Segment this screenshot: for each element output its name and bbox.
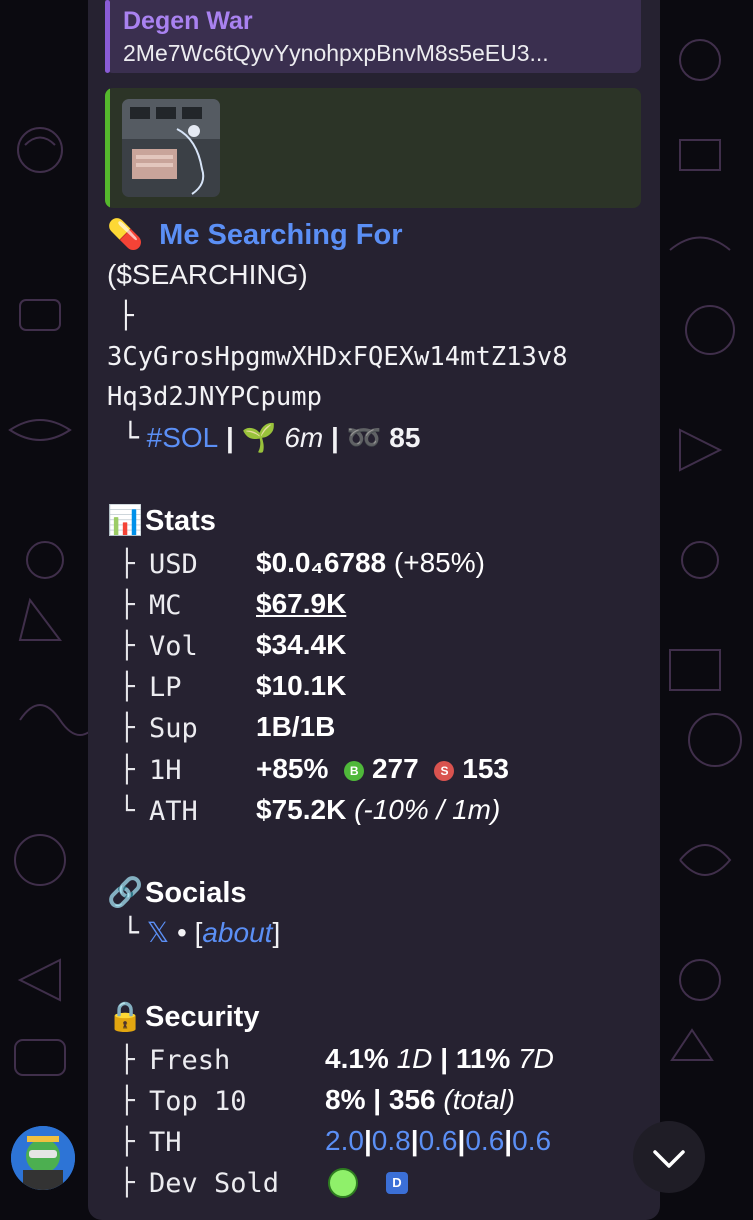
stats-title: Stats bbox=[145, 505, 216, 537]
separator: | bbox=[331, 422, 339, 453]
x-link[interactable]: 𝕏 bbox=[147, 917, 170, 948]
security-title: Security bbox=[145, 1001, 260, 1033]
reply-accent-bar bbox=[105, 0, 110, 73]
tree-branch: ├ bbox=[119, 1168, 135, 1198]
tree-branch: ├ bbox=[119, 549, 135, 579]
token-age: 6m bbox=[284, 422, 324, 453]
stat-value: +85% bbox=[256, 753, 329, 784]
tree-branch: ├ bbox=[119, 713, 135, 743]
stat-key: MC bbox=[149, 590, 182, 621]
stat-key: USD bbox=[149, 549, 198, 580]
security-value: 4.1% bbox=[325, 1043, 389, 1074]
top-holder-link[interactable]: 0.8 bbox=[372, 1125, 411, 1156]
stat-value: $10.1K bbox=[256, 670, 347, 701]
separator: | bbox=[373, 1084, 382, 1115]
period: 1D bbox=[396, 1043, 433, 1074]
stat-value: 1B/1B bbox=[256, 711, 336, 742]
security-heading: 🔒Security bbox=[107, 1000, 259, 1034]
period: 7D bbox=[518, 1043, 554, 1074]
reply-preview[interactable]: Degen War 2Me7Wc6tQyvYynohpxpBnvM8s5eEU3… bbox=[105, 0, 641, 73]
link-preview[interactable] bbox=[105, 88, 641, 208]
stat-value: $75.2K bbox=[256, 794, 347, 825]
tree-branch: ├ bbox=[119, 590, 135, 620]
security-key: TH bbox=[149, 1127, 182, 1158]
security-value: 356 bbox=[388, 1084, 436, 1115]
ath-change: (-10% / 1m) bbox=[354, 794, 501, 825]
top-holder-link[interactable]: 0.6 bbox=[465, 1125, 504, 1156]
tree-branch: ├ bbox=[119, 755, 135, 785]
stat-key: LP bbox=[149, 672, 182, 703]
tree-branch: ├ bbox=[119, 1127, 135, 1157]
token-ticker: ($SEARCHING) bbox=[107, 259, 308, 290]
reply-text: 2Me7Wc6tQyvYynohpxpBnvM8s5eEU3... bbox=[123, 40, 549, 66]
bar-chart-icon: 📊 bbox=[107, 505, 144, 537]
stat-key: 1H bbox=[149, 755, 182, 786]
holders-count: 85 bbox=[389, 422, 421, 453]
scroll-down-button[interactable] bbox=[633, 1121, 705, 1193]
preview-accent-bar bbox=[105, 88, 110, 208]
link-icon: 🔗 bbox=[107, 877, 144, 909]
security-key: Top 10 bbox=[149, 1086, 247, 1117]
separator: | bbox=[440, 1043, 449, 1074]
security-key: Dev Sold bbox=[149, 1168, 280, 1199]
security-key: Fresh bbox=[149, 1045, 231, 1076]
stats-heading: 📊Stats bbox=[107, 504, 216, 538]
socials-title: Socials bbox=[145, 877, 247, 909]
security-value: 8% bbox=[325, 1084, 366, 1115]
total-label: (total) bbox=[443, 1084, 515, 1115]
tree-branch: ├ bbox=[119, 631, 135, 661]
socials-line: └ 𝕏 • [about] bbox=[122, 916, 280, 949]
chain-hashtag[interactable]: #SOL bbox=[147, 422, 219, 453]
stat-change: (+85%) bbox=[393, 547, 485, 578]
token-meta-line: └ #SOL | 🌱 6m | ➿ 85 bbox=[122, 421, 420, 454]
token-title: 💊 Me Searching For bbox=[107, 218, 403, 252]
buy-count: 277 bbox=[371, 753, 419, 784]
sell-count: 153 bbox=[462, 753, 509, 784]
contract-address-line1[interactable]: 3CyGrosHpgmwXHDxFQEXw14mtZ13v8 bbox=[107, 342, 568, 372]
tree-branch: └ bbox=[119, 796, 135, 826]
stat-key: Sup bbox=[149, 713, 198, 744]
tree-branch: ├ bbox=[119, 1086, 135, 1116]
lock-icon: 🔒 bbox=[107, 1001, 144, 1033]
sell-badge-icon: S bbox=[434, 761, 455, 781]
chevron-down-icon bbox=[653, 1150, 685, 1168]
separator-dot: • bbox=[176, 917, 187, 948]
tree-branch: ├ bbox=[119, 672, 135, 702]
green-circle-icon bbox=[328, 1168, 358, 1198]
reply-author: Degen War bbox=[123, 7, 253, 35]
tree-branch: └ bbox=[122, 421, 139, 454]
top-holder-link[interactable]: 0.6 bbox=[512, 1125, 551, 1156]
buy-badge-icon: B bbox=[344, 761, 365, 781]
seedling-icon: 🌱 bbox=[241, 422, 277, 453]
tree-branch: └ bbox=[122, 916, 139, 949]
token-name-link[interactable]: Me Searching For bbox=[159, 219, 402, 251]
market-cap-link[interactable]: $67.9K bbox=[256, 588, 346, 620]
stat-value: $0.0₄6788 bbox=[256, 547, 387, 578]
pill-icon: 💊 bbox=[107, 219, 144, 251]
separator: | bbox=[410, 1125, 419, 1156]
user-avatar[interactable] bbox=[11, 1126, 75, 1190]
stat-key: Vol bbox=[149, 631, 198, 662]
bracket: ] bbox=[272, 917, 281, 948]
stat-value: $34.4K bbox=[256, 629, 347, 660]
about-link[interactable]: about bbox=[202, 917, 272, 948]
preview-thumbnail[interactable] bbox=[122, 99, 220, 197]
tree-branch: ├ bbox=[118, 301, 134, 331]
contract-address-line2[interactable]: Hq3d2JNYPCpump bbox=[107, 382, 322, 412]
loop-icon: ➿ bbox=[346, 422, 382, 453]
top-holder-link[interactable]: 2.0 bbox=[325, 1125, 364, 1156]
separator: | bbox=[363, 1125, 372, 1156]
top-holder-link[interactable]: 0.6 bbox=[419, 1125, 458, 1156]
security-value: 11% bbox=[455, 1043, 511, 1074]
stat-key: ATH bbox=[149, 796, 198, 827]
separator: | bbox=[226, 422, 234, 453]
tree-branch: ├ bbox=[119, 1045, 135, 1075]
separator: | bbox=[504, 1125, 513, 1156]
socials-heading: 🔗Socials bbox=[107, 876, 247, 910]
dev-badge-icon[interactable]: D bbox=[386, 1172, 408, 1194]
